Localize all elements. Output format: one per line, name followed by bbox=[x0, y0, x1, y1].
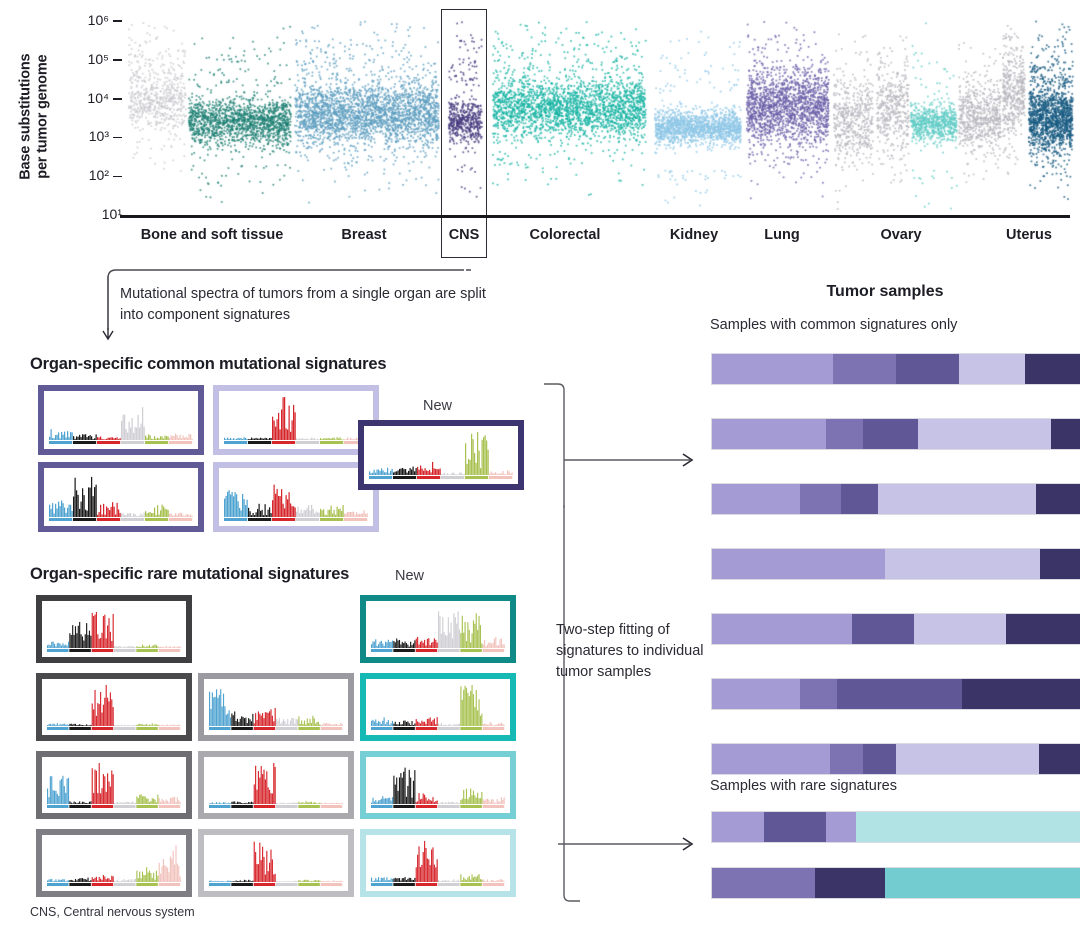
signature-panel-r11[interactable] bbox=[360, 751, 516, 819]
common-sample-bar-segment bbox=[958, 354, 1025, 384]
common-sample-bar-segment bbox=[862, 419, 919, 449]
common-sample-bar-segment bbox=[712, 354, 834, 384]
signature-panel-r8[interactable] bbox=[198, 829, 354, 897]
signature-spectrum-cnew bbox=[366, 428, 516, 482]
rare-sample-bar-row[interactable] bbox=[711, 867, 1080, 899]
common-sample-bar-segment bbox=[884, 549, 1040, 579]
common-sample-bar-segment bbox=[1050, 419, 1080, 449]
rare-samples-subheading: Samples with rare signatures bbox=[710, 778, 897, 794]
common-sample-bar-segment bbox=[1039, 549, 1080, 579]
common-sample-bar-segment bbox=[1006, 614, 1080, 644]
scatter-points-canvas bbox=[0, 0, 1080, 262]
x-axis-line bbox=[120, 215, 1070, 218]
footnote-cns: CNS, Central nervous system bbox=[30, 905, 195, 919]
rare-sample-bar-segment bbox=[884, 868, 1080, 898]
rare-sample-bar-segment bbox=[763, 812, 827, 842]
common-sample-bar-segment bbox=[851, 614, 915, 644]
signature-spectrum-r2 bbox=[44, 681, 184, 733]
common-sample-bar-row[interactable] bbox=[711, 418, 1080, 450]
common-samples-subheading: Samples with common signatures only bbox=[710, 317, 958, 333]
signature-spectrum-r12 bbox=[368, 837, 508, 889]
rare-sample-bar-segment bbox=[815, 868, 885, 898]
signature-spectrum-r11 bbox=[368, 759, 508, 811]
rare-sample-bar-segment bbox=[712, 812, 764, 842]
common-sample-bar-row[interactable] bbox=[711, 743, 1080, 775]
common-sample-bar-segment bbox=[895, 354, 959, 384]
common-sample-bar-segment bbox=[826, 419, 863, 449]
signature-spectrum-c1 bbox=[46, 393, 196, 447]
rare-sample-bar-segment bbox=[712, 868, 816, 898]
rare-to-samples-arrow-icon bbox=[558, 837, 694, 851]
signature-spectrum-r7 bbox=[206, 759, 346, 811]
common-sample-bar-row[interactable] bbox=[711, 353, 1080, 385]
signature-panel-r6[interactable] bbox=[198, 673, 354, 741]
common-sample-bar-segment bbox=[862, 744, 896, 774]
signature-spectrum-r3 bbox=[44, 759, 184, 811]
two-step-fitting-text: Two-step fitting of signatures to indivi… bbox=[556, 622, 704, 681]
common-sample-bar-segment bbox=[895, 744, 1040, 774]
signature-panel-r2[interactable] bbox=[36, 673, 192, 741]
signature-panel-c1[interactable] bbox=[38, 385, 204, 455]
common-sample-bar-segment bbox=[962, 679, 1080, 709]
rare-new-label: New bbox=[395, 568, 425, 584]
common-sample-bar-segment bbox=[1039, 744, 1080, 774]
common-sample-bar-segment bbox=[712, 744, 830, 774]
cns-highlight-box bbox=[441, 9, 487, 258]
common-sample-bar-segment bbox=[712, 484, 801, 514]
rare-signatures-heading: Organ-specific rare mutational signature… bbox=[30, 565, 350, 583]
common-sample-bar-segment bbox=[712, 419, 827, 449]
common-sample-bar-segment bbox=[918, 419, 1051, 449]
rare-sample-bar-segment bbox=[855, 812, 1080, 842]
common-sample-bar-segment bbox=[800, 679, 838, 709]
signature-spectrum-r4 bbox=[44, 837, 184, 889]
common-signatures-heading: Organ-specific common mutational signatu… bbox=[30, 355, 387, 373]
signature-panel-r3[interactable] bbox=[36, 751, 192, 819]
signature-spectrum-r6 bbox=[206, 681, 346, 733]
common-sample-bar-segment bbox=[914, 614, 1007, 644]
signature-panel-c3[interactable] bbox=[38, 462, 204, 532]
common-sample-bar-row[interactable] bbox=[711, 548, 1080, 580]
rare-sample-bar-segment bbox=[826, 812, 856, 842]
signature-spectrum-r8 bbox=[206, 837, 346, 889]
signature-spectrum-c4 bbox=[221, 470, 371, 524]
signature-panel-r7[interactable] bbox=[198, 751, 354, 819]
common-sample-bar-segment bbox=[800, 484, 841, 514]
common-sample-bar-row[interactable] bbox=[711, 613, 1080, 645]
signature-panel-r12[interactable] bbox=[360, 829, 516, 897]
callout-text: Mutational spectra of tumors from a sing… bbox=[120, 286, 486, 324]
signature-panel-r4[interactable] bbox=[36, 829, 192, 897]
common-sample-bar-segment bbox=[877, 484, 1036, 514]
scatter-plot-panel: Base substitutions per tumor genome 10⁶1… bbox=[0, 0, 1080, 262]
common-sample-bar-segment bbox=[840, 484, 878, 514]
signature-panel-r1[interactable] bbox=[36, 595, 192, 663]
common-sample-bar-segment bbox=[833, 354, 896, 384]
common-sample-bar-row[interactable] bbox=[711, 678, 1080, 710]
signature-spectrum-r10 bbox=[368, 681, 508, 733]
common-sample-bar-row[interactable] bbox=[711, 483, 1080, 515]
signature-panel-c2[interactable] bbox=[213, 385, 379, 455]
common-sample-bar-segment bbox=[1035, 484, 1080, 514]
common-to-samples-arrow-icon bbox=[544, 383, 694, 508]
signature-spectrum-c2 bbox=[221, 393, 371, 447]
signature-spectrum-r1 bbox=[44, 603, 184, 655]
signature-panel-c4[interactable] bbox=[213, 462, 379, 532]
rare-sample-bar-row[interactable] bbox=[711, 811, 1080, 843]
tumor-samples-title: Tumor samples bbox=[826, 283, 944, 300]
common-sample-bar-segment bbox=[712, 549, 885, 579]
signature-panel-r9[interactable] bbox=[360, 595, 516, 663]
common-sample-bar-segment bbox=[1024, 354, 1080, 384]
signature-panel-cnew[interactable] bbox=[358, 420, 524, 490]
common-sample-bar-segment bbox=[837, 679, 963, 709]
common-sample-bar-segment bbox=[712, 679, 801, 709]
common-new-label: New bbox=[423, 398, 453, 414]
signature-spectrum-r9 bbox=[368, 603, 508, 655]
x-label-uterus: Uterus bbox=[1006, 227, 1052, 243]
common-sample-bar-segment bbox=[829, 744, 863, 774]
callout-split-signatures: Mutational spectra of tumors from a sing… bbox=[96, 268, 516, 354]
signature-spectrum-c3 bbox=[46, 470, 196, 524]
signature-panel-r10[interactable] bbox=[360, 673, 516, 741]
common-sample-bar-segment bbox=[712, 614, 852, 644]
